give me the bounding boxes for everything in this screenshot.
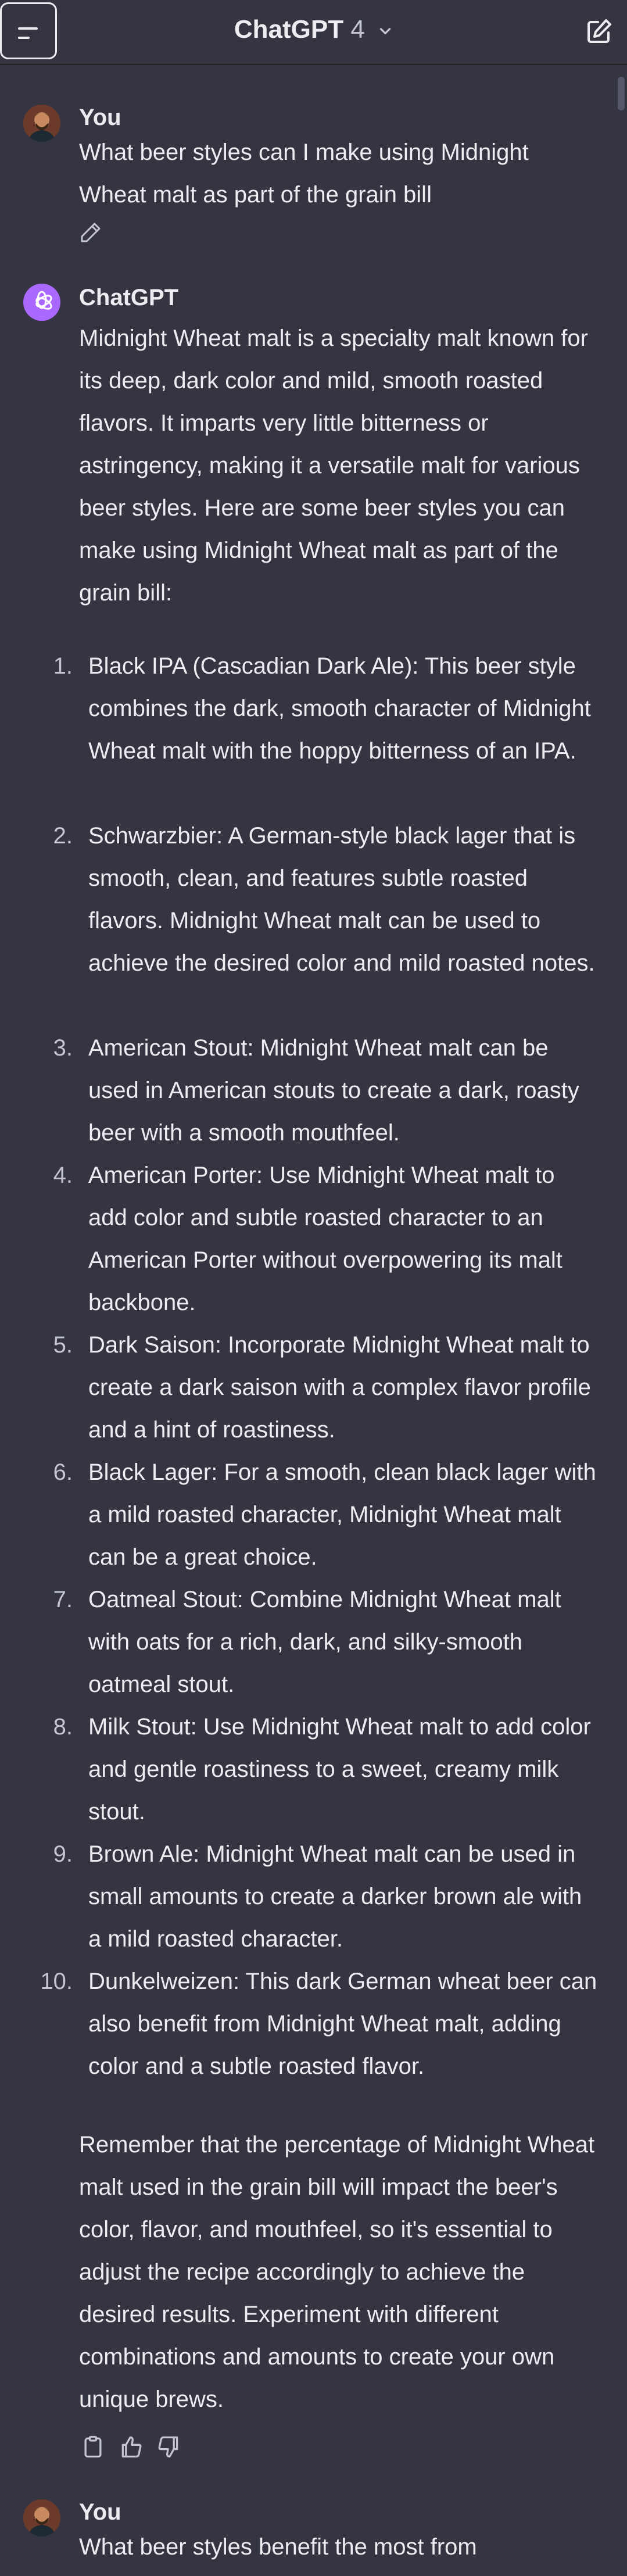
new-chat-icon[interactable] [585, 17, 613, 45]
clipboard-icon[interactable] [80, 2434, 106, 2460]
message-author: You [79, 2499, 121, 2525]
chevron-down-icon [379, 28, 391, 35]
user-avatar [23, 2499, 60, 2536]
list-item-text: Milk Stout: Use Midnight Wheat malt to a… [88, 1714, 591, 1824]
list-number: 8. [53, 1714, 73, 1740]
list-item-text: Dark Saison: Incorporate Midnight Wheat … [88, 1332, 591, 1443]
list-item-text: Black IPA (Cascadian Dark Ale): This bee… [88, 653, 591, 764]
user-avatar [23, 105, 60, 142]
list-number: 9. [53, 1841, 73, 1867]
list-item-text: Brown Ale: Midnight Wheat malt can be us… [88, 1841, 582, 1952]
list-item-text: Schwarzbier: A German-style black lager … [88, 823, 595, 976]
list-number: 1. [53, 653, 73, 679]
message-author: You [79, 105, 121, 130]
list-item-text: Oatmeal Stout: Combine Midnight Wheat ma… [88, 1587, 561, 1697]
message-author: ChatGPT [79, 285, 179, 310]
model-selector[interactable]: ChatGPT 4 [0, 15, 627, 44]
list-number: 6. [53, 1459, 73, 1485]
response-outro: Remember that the percentage of Midnight… [79, 2132, 595, 2412]
model-version: 4 [350, 15, 365, 44]
list-number: 2. [53, 823, 73, 849]
list-number: 10. [40, 1969, 73, 1994]
thumbs-up-icon[interactable] [119, 2434, 144, 2460]
message-text: What beer styles benefit the most from [79, 2534, 477, 2560]
list-item-text: Black Lager: For a smooth, clean black l… [88, 1459, 596, 1570]
scrollbar-thumb[interactable] [618, 77, 625, 110]
list-number: 3. [53, 1035, 73, 1061]
top-bar: ChatGPT 4 [0, 0, 627, 65]
message-text: What beer styles can I make using Midnig… [79, 139, 529, 207]
response-intro: Midnight Wheat malt is a specialty malt … [79, 325, 588, 606]
app-title: ChatGPT [234, 15, 344, 44]
list-number: 4. [53, 1162, 73, 1188]
pencil-icon[interactable] [79, 221, 102, 244]
openai-logo-icon [23, 284, 60, 321]
list-item-text: American Stout: Midnight Wheat malt can … [88, 1035, 579, 1146]
list-number: 7. [53, 1587, 73, 1612]
list-number: 5. [53, 1332, 73, 1358]
thumbs-down-icon[interactable] [156, 2434, 181, 2460]
list-item-text: Dunkelweizen: This dark German wheat bee… [88, 1969, 597, 2079]
list-item-text: American Porter: Use Midnight Wheat malt… [88, 1162, 562, 1315]
